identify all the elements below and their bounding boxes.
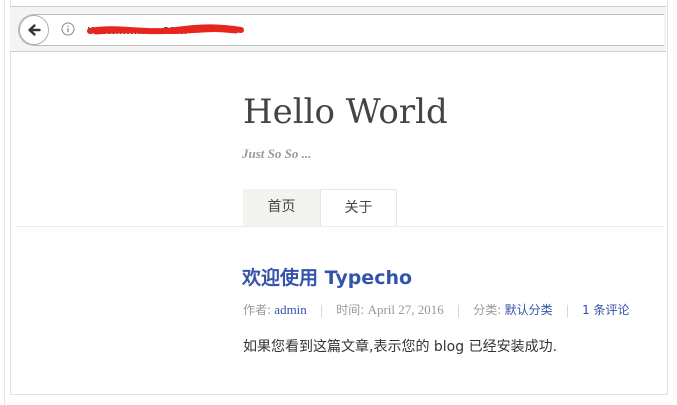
left-border (4, 0, 5, 405)
post-meta: 作者: admin 时间: April 27, 2016 分类: 默认分类 1 … (243, 301, 664, 319)
info-icon[interactable] (61, 22, 75, 36)
author-link[interactable]: admin (274, 302, 307, 317)
nav-item-about[interactable]: 关于 (320, 189, 397, 226)
meta-divider (566, 304, 568, 318)
post-body: 如果您看到这篇文章,表示您的 blog 已经安装成功. (243, 339, 558, 355)
category-link[interactable]: 默认分类 (505, 303, 553, 317)
time-label: 时间: (336, 303, 365, 317)
post-title[interactable]: 欢迎使用 Typecho (242, 263, 412, 290)
main-nav: 首页 关于 (243, 189, 397, 226)
comments-link[interactable]: 1 条评论 (582, 303, 629, 317)
author-label: 作者: (243, 303, 272, 317)
post-time: April 27, 2016 (367, 302, 444, 317)
site-description: Just So So ... (242, 146, 312, 161)
meta-divider (458, 304, 460, 318)
url-redaction-mark (87, 24, 244, 35)
category-label: 分类: (473, 303, 502, 317)
back-button[interactable] (19, 15, 49, 45)
meta-divider (321, 304, 323, 318)
back-arrow-icon (28, 24, 41, 36)
header-divider (16, 226, 664, 227)
site-title[interactable]: Hello World (243, 92, 448, 132)
nav-item-home[interactable]: 首页 (243, 189, 320, 226)
